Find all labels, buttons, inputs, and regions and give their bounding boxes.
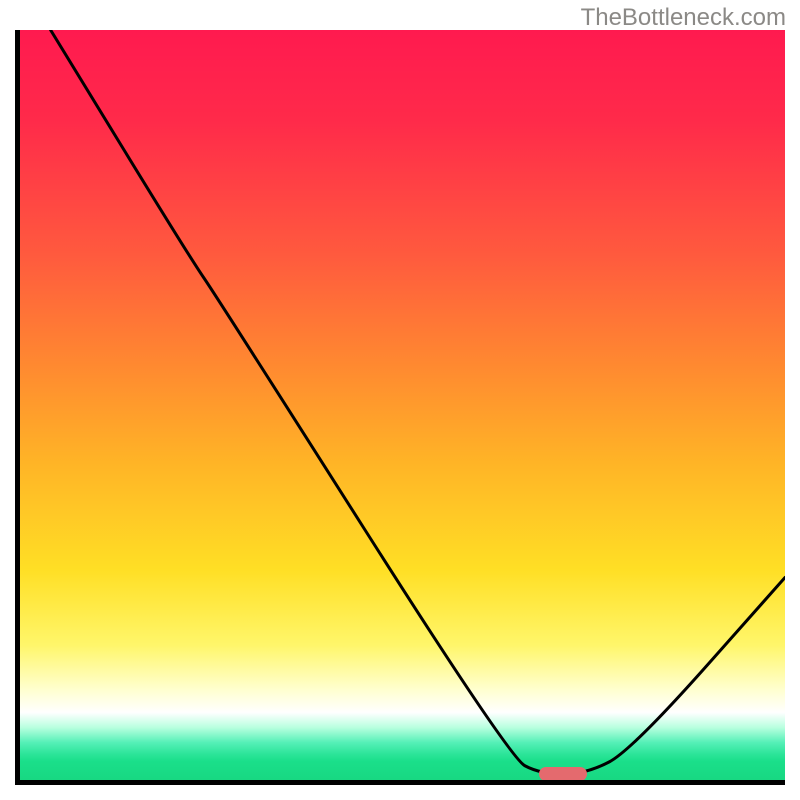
bottleneck-curve	[20, 30, 785, 780]
bottleneck-marker	[539, 767, 587, 781]
chart-stage: TheBottleneck.com	[0, 0, 800, 800]
watermark-text: TheBottleneck.com	[581, 4, 786, 32]
plot-area	[15, 30, 785, 785]
